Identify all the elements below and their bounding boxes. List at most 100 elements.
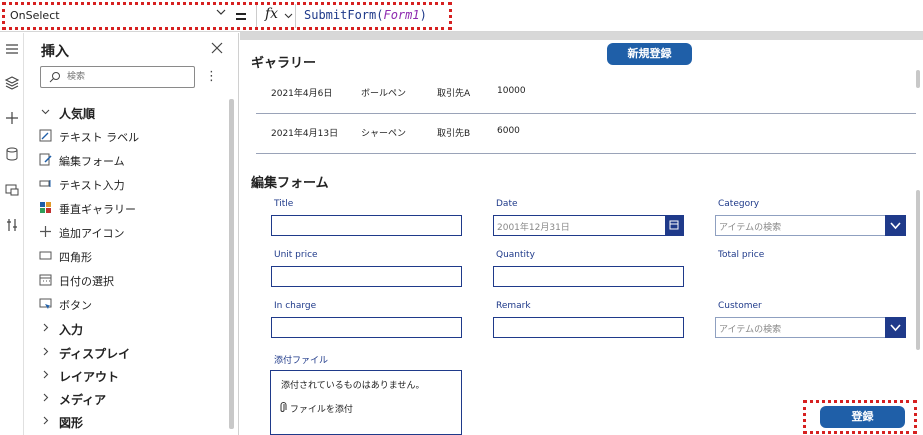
panel-item-label: テキスト入力 bbox=[59, 179, 125, 192]
insert-text-input[interactable]: テキスト入力 bbox=[39, 174, 229, 194]
panel-item-label: 図形 bbox=[59, 416, 84, 430]
insert-vertical-gallery[interactable]: 垂直ギャラリー bbox=[39, 198, 229, 218]
title-field[interactable] bbox=[271, 215, 462, 236]
category-placeholder: アイテムの検索 bbox=[719, 223, 782, 233]
hamburger-icon[interactable] bbox=[4, 41, 20, 57]
layers-icon[interactable] bbox=[4, 75, 20, 91]
customer-label: Customer bbox=[718, 301, 762, 311]
insert-date-picker[interactable]: 日付の選択 bbox=[39, 270, 229, 290]
text-input-icon bbox=[39, 180, 51, 187]
fx-button[interactable]: fx bbox=[256, 4, 296, 28]
insert-panel: 挿入 ⋮ 人気順 テキスト ラベル 編集フォーム テキスト入力 垂直ギャラリー … bbox=[25, 33, 239, 435]
panel-item-label: レイアウト bbox=[59, 370, 120, 384]
property-dropdown[interactable]: OnSelect bbox=[4, 5, 229, 27]
panel-item-label: 人気順 bbox=[59, 107, 96, 121]
chevron-down-icon bbox=[284, 13, 293, 19]
plus-icon bbox=[40, 226, 51, 237]
chevron-down-icon[interactable] bbox=[885, 215, 906, 236]
customer-placeholder: アイテムの検索 bbox=[719, 325, 782, 335]
panel-item-label: ディスプレイ bbox=[59, 347, 131, 361]
date-label: Date bbox=[496, 199, 518, 209]
gallery-scrollbar[interactable] bbox=[916, 70, 920, 88]
remark-field[interactable] bbox=[493, 317, 684, 338]
search-input[interactable] bbox=[67, 70, 187, 84]
gallery-client: 取引先A bbox=[437, 89, 471, 99]
quantity-field[interactable] bbox=[493, 266, 684, 287]
panel-item-label: 追加アイコン bbox=[59, 227, 125, 240]
panel-item-label: テキスト ラベル bbox=[59, 131, 140, 144]
text-label-icon bbox=[39, 129, 52, 142]
form-scrollbar[interactable] bbox=[916, 190, 920, 350]
app-screen: ギャラリー 新規登録 2021年4月6日 ボールペン 取引先A 10000 20… bbox=[240, 40, 923, 435]
calendar-icon[interactable] bbox=[665, 216, 683, 235]
category-label: Category bbox=[718, 199, 760, 209]
attachment-label: 添付ファイル bbox=[274, 356, 329, 366]
panel-item-label: ボタン bbox=[59, 299, 92, 312]
plus-icon[interactable] bbox=[4, 110, 20, 126]
more-options-icon[interactable]: ⋮ bbox=[205, 69, 218, 85]
gallery-row[interactable]: 2021年4月13日 シャーペン 取引先B 6000 bbox=[256, 108, 916, 154]
insert-text-label[interactable]: テキスト ラベル bbox=[39, 126, 229, 146]
equals-sign bbox=[234, 6, 248, 26]
total-price-label: Total price bbox=[718, 250, 765, 260]
chevron-down-icon[interactable] bbox=[216, 6, 226, 18]
panel-item-label: 入力 bbox=[59, 323, 84, 337]
button-icon bbox=[39, 298, 52, 309]
quantity-label: Quantity bbox=[496, 250, 535, 260]
fx-icon: fx bbox=[265, 6, 279, 22]
gallery-date: 2021年4月6日 bbox=[271, 89, 333, 99]
panel-title: 挿入 bbox=[41, 44, 69, 60]
category-input[interactable]: 入力 bbox=[39, 318, 229, 338]
gallery-item: シャーペン bbox=[361, 129, 407, 139]
category-display[interactable]: ディスプレイ bbox=[39, 342, 229, 362]
gallery-amount: 6000 bbox=[497, 126, 520, 136]
formula-bar: OnSelect fx SubmitForm(Form1) bbox=[0, 0, 923, 32]
title-label: Title bbox=[274, 199, 294, 209]
chevron-down-icon[interactable] bbox=[885, 317, 906, 338]
close-icon[interactable] bbox=[211, 42, 223, 54]
category-media[interactable]: メディア bbox=[39, 388, 229, 408]
insert-edit-form[interactable]: 編集フォーム bbox=[39, 150, 229, 170]
unit-price-field[interactable] bbox=[271, 266, 462, 287]
equals-icon bbox=[236, 13, 246, 20]
category-layout[interactable]: レイアウト bbox=[39, 365, 229, 385]
media-icon[interactable] bbox=[4, 182, 20, 198]
gallery-amount: 10000 bbox=[497, 86, 526, 96]
submit-button[interactable]: 登録 bbox=[820, 406, 905, 428]
formula-close-paren: ) bbox=[419, 8, 427, 22]
new-register-button[interactable]: 新規登録 bbox=[607, 43, 692, 65]
attach-file-label: ファイルを添付 bbox=[289, 405, 353, 415]
database-icon[interactable] bbox=[4, 146, 20, 162]
calendar-icon bbox=[39, 274, 52, 286]
panel-item-label: メディア bbox=[59, 393, 107, 407]
category-shapes[interactable]: 図形 bbox=[39, 411, 229, 431]
customer-combobox[interactable]: アイテムの検索 bbox=[715, 317, 906, 338]
unit-price-label: Unit price bbox=[274, 250, 318, 260]
panel-scrollbar[interactable] bbox=[229, 99, 234, 429]
remark-label: Remark bbox=[496, 301, 531, 311]
category-combobox[interactable]: アイテムの検索 bbox=[715, 215, 906, 236]
gallery-date: 2021年4月13日 bbox=[271, 129, 339, 139]
search-box[interactable] bbox=[40, 66, 195, 88]
date-picker[interactable]: 2001年12月31日 bbox=[493, 215, 684, 236]
date-placeholder: 2001年12月31日 bbox=[497, 223, 570, 233]
edit-form-icon bbox=[39, 153, 52, 166]
insert-button[interactable]: ボタン bbox=[39, 294, 229, 314]
formula-input[interactable]: SubmitForm(Form1) bbox=[304, 8, 427, 22]
chevron-right-icon bbox=[43, 393, 49, 402]
attachment-empty-text: 添付されているものはありません。 bbox=[281, 381, 425, 391]
category-popular[interactable]: 人気順 bbox=[39, 102, 229, 122]
insert-rectangle[interactable]: 四角形 bbox=[39, 246, 229, 266]
gallery-icon bbox=[40, 202, 51, 213]
insert-add-icon[interactable]: 追加アイコン bbox=[39, 222, 229, 242]
chevron-right-icon bbox=[43, 416, 49, 425]
rectangle-icon bbox=[39, 251, 52, 260]
search-icon bbox=[49, 72, 60, 83]
panel-item-label: 四角形 bbox=[59, 251, 92, 264]
in-charge-field[interactable] bbox=[271, 317, 462, 338]
chevron-down-icon bbox=[41, 109, 50, 115]
attachment-control[interactable]: 添付されているものはありません。 ファイルを添付 bbox=[270, 370, 462, 435]
attach-file-link[interactable]: ファイルを添付 bbox=[279, 402, 353, 415]
chevron-right-icon bbox=[43, 323, 49, 332]
tools-icon[interactable] bbox=[4, 217, 20, 233]
